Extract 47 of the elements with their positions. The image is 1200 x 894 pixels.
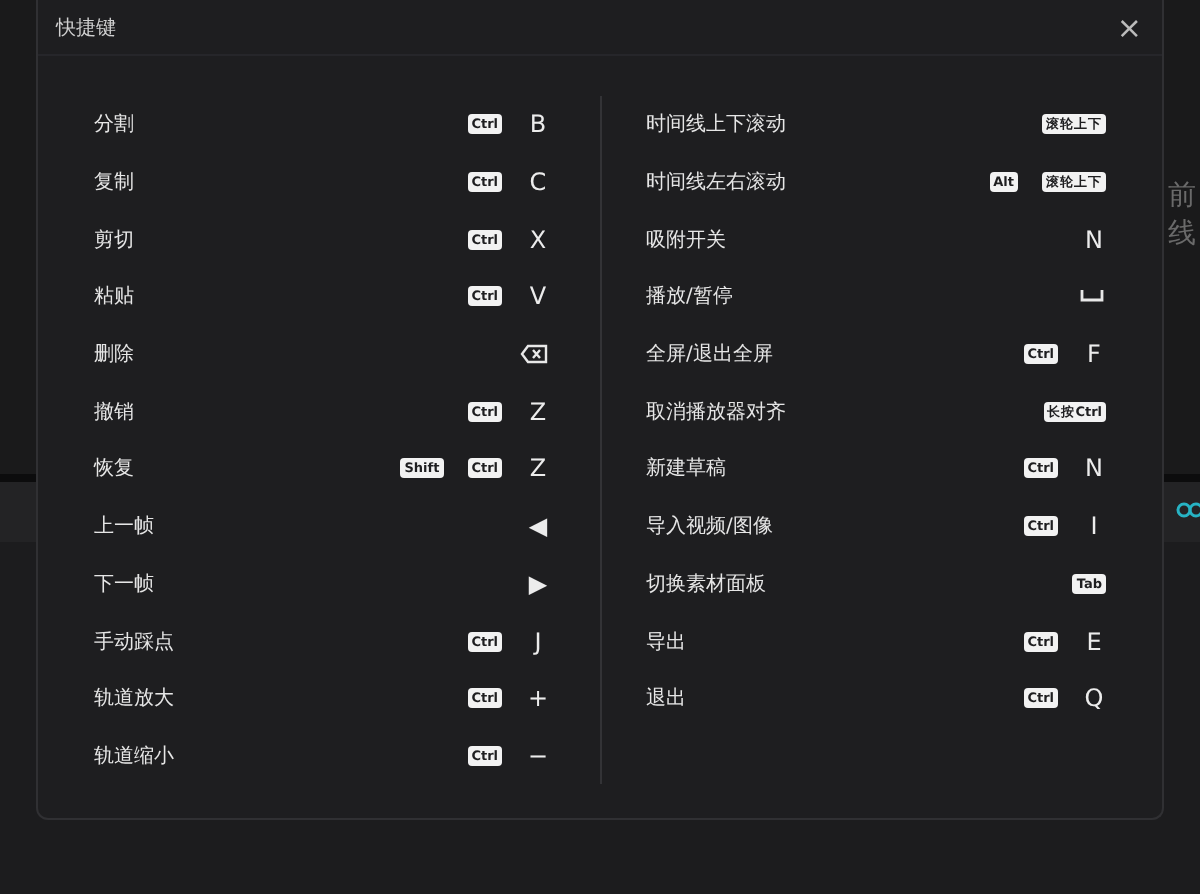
- shortcut-label: 时间线上下滚动: [646, 111, 788, 139]
- shortcut-label: 切换素材面板: [646, 571, 768, 598]
- dialog-title: 快捷键: [56, 15, 116, 41]
- key-label: Z: [527, 454, 549, 483]
- shortcut-label: 手动踩点: [94, 629, 176, 656]
- space-key-icon: [1080, 290, 1104, 303]
- shortcut-label: 播放/暂停: [646, 283, 735, 311]
- key-label: Z: [527, 397, 549, 426]
- shortcut-label: 上一帧: [94, 513, 156, 541]
- shortcut-label: 粘贴: [94, 283, 136, 311]
- key-label: F: [1085, 340, 1103, 369]
- key-label: V: [527, 282, 549, 311]
- shortcut-label: 时间线左右滚动: [646, 169, 788, 197]
- shortcut-label: 撤销: [94, 399, 136, 426]
- shortcut-label: 分割: [94, 111, 136, 139]
- link-icon[interactable]: [1176, 500, 1200, 520]
- key-label: X: [527, 225, 549, 254]
- key-label: N: [1083, 225, 1105, 254]
- shortcut-label: 复制: [94, 169, 136, 197]
- key-label: ▶: [526, 569, 550, 598]
- shortcut-label: 下一帧: [94, 571, 156, 598]
- key-label: J: [531, 627, 544, 656]
- key-label: Q: [1082, 684, 1106, 713]
- shortcut-label: 轨道放大: [94, 685, 176, 713]
- key-label: ◀: [526, 512, 550, 541]
- shortcut-label: 轨道缩小: [94, 743, 176, 770]
- background-text: 线: [1168, 218, 1196, 252]
- shortcut-label: 剪切: [94, 227, 136, 254]
- shortcut-label: 取消播放器对齐: [646, 399, 788, 426]
- background-text: 前: [1168, 180, 1196, 214]
- shortcut-label: 导入视频/图像: [646, 513, 775, 541]
- key-label: E: [1084, 627, 1104, 656]
- shortcut-label: 删除: [94, 342, 136, 369]
- close-button[interactable]: ×: [1112, 11, 1146, 43]
- shortcut-label: 全屏/退出全屏: [646, 341, 775, 369]
- shortcut-label: 恢复: [94, 455, 136, 483]
- backspace-icon: [520, 344, 548, 365]
- key-label: +: [526, 684, 550, 713]
- shortcut-label: 吸附开关: [646, 227, 728, 254]
- key-label: C: [527, 168, 549, 197]
- key-label: N: [1083, 454, 1105, 483]
- shortcut-label: 导出: [646, 629, 688, 656]
- key-label: −: [526, 741, 550, 770]
- key-label: B: [527, 110, 549, 139]
- shortcut-label: 退出: [646, 685, 688, 713]
- key-label: I: [1088, 512, 1100, 541]
- shortcut-label: 新建草稿: [646, 455, 728, 483]
